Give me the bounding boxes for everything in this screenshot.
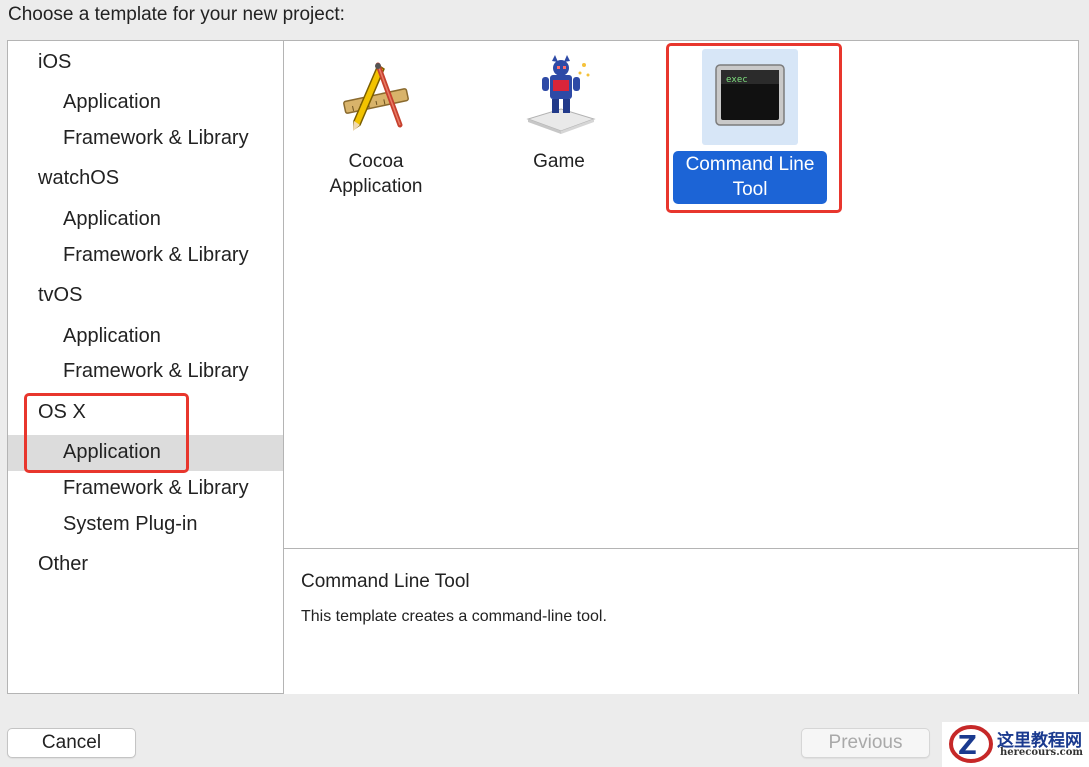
template-label: Command Line Tool	[673, 151, 827, 204]
sidebar-item-osx-framework[interactable]: Framework & Library	[63, 477, 249, 500]
template-cocoa-application[interactable]: Cocoa Application	[306, 55, 446, 205]
cocoa-app-icon	[338, 59, 414, 135]
sidebar-category-ios[interactable]: iOS	[38, 51, 71, 74]
sidebar-item-watchos-framework[interactable]: Framework & Library	[63, 244, 249, 267]
sidebar-item-watchos-application[interactable]: Application	[63, 208, 161, 231]
watermark-url: herecours.com	[1000, 747, 1084, 758]
template-description-panel: Command Line Tool This template creates …	[284, 548, 1078, 694]
template-chooser: iOS Application Framework & Library watc…	[7, 40, 1079, 694]
terminal-icon: exec	[714, 61, 786, 129]
description-title: Command Line Tool	[301, 571, 470, 592]
sidebar-item-osx-system-plugin[interactable]: System Plug-in	[63, 513, 198, 536]
game-icon	[524, 55, 598, 135]
template-grid: Cocoa Application Game exec Command Line…	[284, 41, 1078, 548]
template-command-line-tool[interactable]: exec Command Line Tool	[670, 49, 830, 211]
template-label: Cocoa Application	[329, 151, 423, 197]
watermark: Z 这里教程网 herecours.com	[942, 722, 1089, 767]
sidebar-item-ios-framework[interactable]: Framework & Library	[63, 127, 249, 150]
description-text: This template creates a command-line too…	[301, 608, 607, 625]
sidebar-item-ios-application[interactable]: Application	[63, 91, 161, 114]
sidebar-item-tvos-application[interactable]: Application	[63, 325, 161, 348]
svg-text:Z: Z	[958, 731, 977, 761]
template-label: Game	[533, 151, 585, 172]
cancel-button[interactable]: Cancel	[7, 728, 136, 758]
sidebar-item-osx-application[interactable]: Application	[63, 441, 161, 464]
previous-button[interactable]: Previous	[801, 728, 930, 758]
sidebar-category-watchos[interactable]: watchOS	[38, 167, 119, 190]
sidebar-item-tvos-framework[interactable]: Framework & Library	[63, 360, 249, 383]
platform-sidebar: iOS Application Framework & Library watc…	[8, 41, 284, 693]
page-title: Choose a template for your new project:	[8, 4, 345, 25]
sidebar-category-osx[interactable]: OS X	[38, 401, 86, 424]
sidebar-category-tvos[interactable]: tvOS	[38, 284, 82, 307]
sidebar-category-other[interactable]: Other	[38, 553, 88, 576]
watermark-logo-icon: Z	[949, 725, 993, 763]
template-game[interactable]: Game	[494, 55, 624, 205]
terminal-icon-text: exec	[726, 75, 748, 85]
